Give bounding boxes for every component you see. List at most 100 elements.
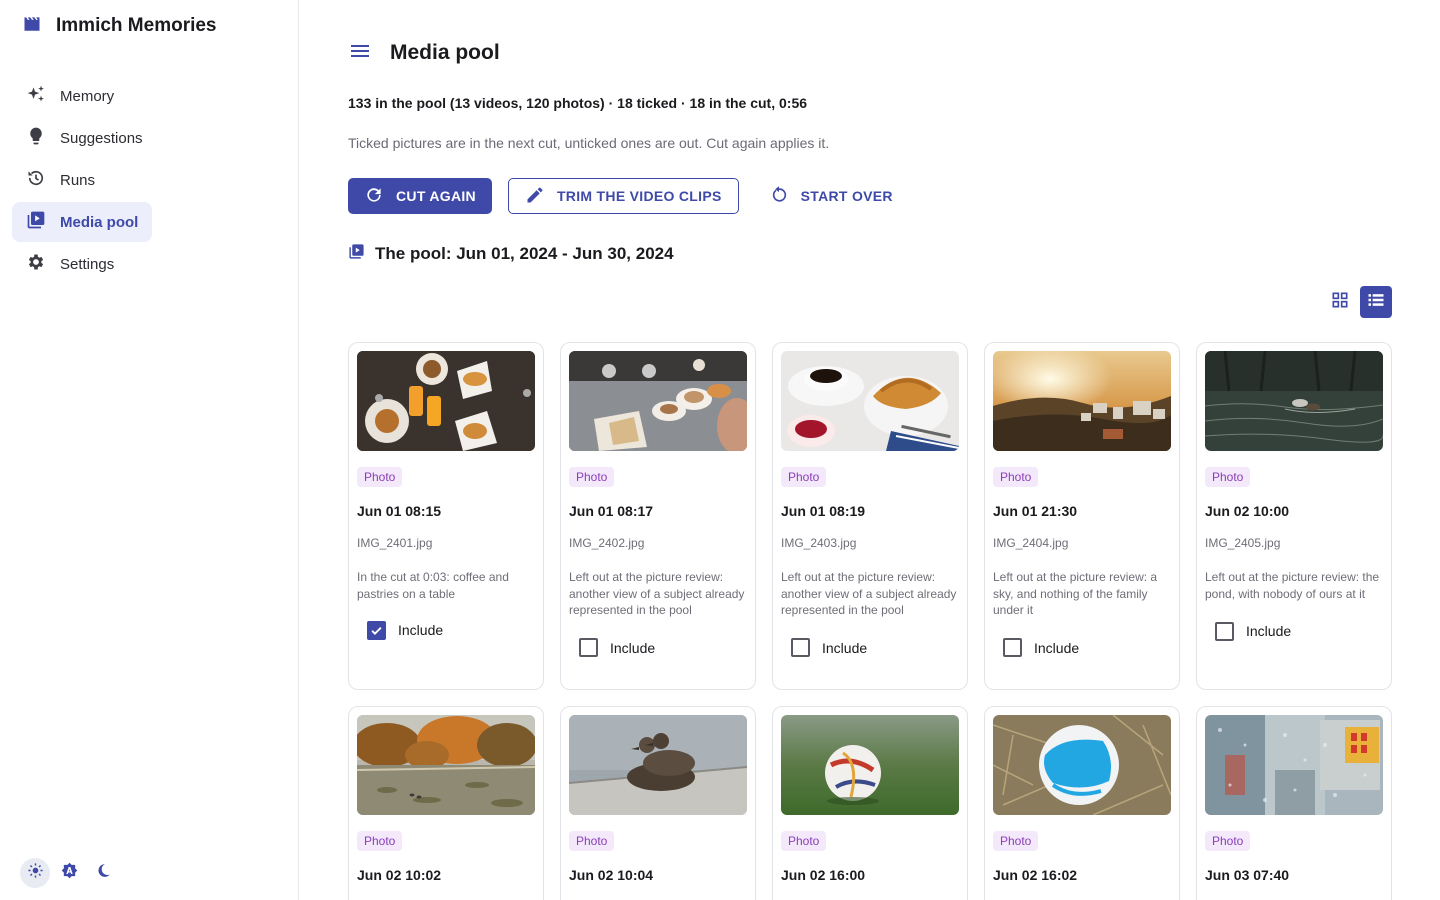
photo-thumbnail-rainy-window[interactable] — [1205, 715, 1383, 815]
media-type-badge: Photo — [357, 831, 403, 851]
checkbox-unchecked[interactable] — [791, 638, 810, 657]
include-label: Include — [610, 639, 656, 656]
media-note: In the cut at 0:03: coffee and pastries … — [357, 570, 509, 601]
media-card[interactable]: Photo Jun 01 08:17 IMG_2402.jpg Left out… — [560, 342, 756, 690]
media-card[interactable]: Photo Jun 01 21:30 IMG_2404.jpg Left out… — [984, 342, 1180, 690]
sun-icon — [27, 862, 44, 884]
media-date: Jun 01 08:19 — [781, 503, 866, 519]
media-date: Jun 02 16:02 — [993, 867, 1078, 883]
view-toggle — [1324, 286, 1392, 318]
moon-icon — [95, 862, 112, 884]
sidebar-item-label: Memory — [60, 87, 115, 105]
media-note: Left out at the picture review: a sky, a… — [993, 570, 1158, 617]
photo-thumbnail-mitre-ball[interactable] — [993, 715, 1171, 815]
include-checkbox[interactable]: Include — [993, 631, 1171, 665]
restart-icon — [769, 185, 789, 208]
media-card[interactable]: Photo Jun 02 10:04 — [560, 706, 756, 900]
media-filename: IMG_2403.jpg — [781, 536, 857, 550]
media-type-badge: Photo — [781, 831, 827, 851]
trim-clips-button[interactable]: TRIM THE VIDEO CLIPS — [507, 178, 739, 214]
media-date: Jun 01 08:15 — [357, 503, 442, 519]
photo-thumbnail-pond-ducks[interactable] — [1205, 351, 1383, 451]
pool-summary: 133 in the pool (13 videos, 120 photos) … — [348, 95, 808, 111]
media-type-badge: Photo — [993, 831, 1039, 851]
media-card[interactable]: Photo Jun 02 10:00 IMG_2405.jpg Left out… — [1196, 342, 1392, 690]
sparkles-icon — [26, 84, 46, 108]
sidebar-item-settings[interactable]: Settings — [12, 244, 128, 284]
pool-heading: The pool: Jun 01, 2024 - Jun 30, 2024 — [348, 243, 674, 265]
include-checkbox[interactable]: Include — [1205, 614, 1383, 648]
checkbox-unchecked[interactable] — [1003, 638, 1022, 657]
photo-thumbnail-soccer-ball[interactable] — [781, 715, 959, 815]
photo-thumbnail-breakfast-table[interactable] — [569, 351, 747, 451]
trim-clips-label: TRIM THE VIDEO CLIPS — [556, 188, 722, 204]
media-type-badge: Photo — [993, 467, 1039, 487]
include-label: Include — [1034, 639, 1080, 656]
photo-thumbnail-sunset-town[interactable] — [993, 351, 1171, 451]
media-card[interactable]: Photo Jun 02 16:00 — [772, 706, 968, 900]
media-card[interactable]: Photo Jun 01 08:15 IMG_2401.jpg In the c… — [348, 342, 544, 690]
media-type-badge: Photo — [1205, 831, 1251, 851]
lightbulb-icon — [26, 126, 46, 150]
photo-thumbnail-coffee-croissant[interactable] — [781, 351, 959, 451]
brightness-auto-icon — [61, 862, 78, 884]
media-type-badge: Photo — [569, 467, 615, 487]
media-note: Left out at the picture review: the pond… — [1205, 570, 1380, 601]
start-over-label: START OVER — [800, 188, 893, 204]
sidebar-item-media-pool[interactable]: Media pool — [12, 202, 153, 242]
main-content: Media pool 133 in the pool (13 videos, 1… — [300, 0, 1440, 900]
include-checkbox[interactable]: Include — [781, 631, 959, 665]
media-type-badge: Photo — [781, 467, 827, 487]
include-checkbox[interactable]: Include — [569, 631, 747, 665]
theme-switcher — [20, 858, 118, 888]
sidebar-item-label: Media pool — [60, 213, 139, 231]
media-date: Jun 02 10:04 — [569, 867, 654, 883]
media-card[interactable]: Photo Jun 03 07:40 — [1196, 706, 1392, 900]
list-view-button[interactable] — [1360, 286, 1392, 318]
brand: Immich Memories — [22, 14, 217, 38]
media-card[interactable]: Photo Jun 01 08:19 IMG_2403.jpg Left out… — [772, 342, 968, 690]
photo-thumbnail-two-ducks[interactable] — [569, 715, 747, 815]
start-over-button[interactable]: START OVER — [755, 178, 905, 214]
sidebar-item-runs[interactable]: Runs — [12, 160, 109, 200]
pencil-icon — [525, 185, 545, 208]
media-card[interactable]: Photo Jun 02 10:02 — [348, 706, 544, 900]
cut-again-button[interactable]: CUT AGAIN — [348, 178, 492, 214]
auto-mode-button[interactable] — [54, 858, 84, 888]
clapperboard-icon — [22, 14, 42, 39]
sidebar-item-memory[interactable]: Memory — [12, 76, 128, 116]
sidebar-item-label: Suggestions — [60, 129, 143, 147]
hamburger-menu-icon[interactable] — [348, 39, 372, 68]
media-date: Jun 02 10:02 — [357, 867, 442, 883]
sidebar-nav: Memory Suggestions Runs Media pool Setti… — [12, 76, 288, 286]
list-icon — [1366, 290, 1386, 315]
include-checkbox[interactable]: Include — [357, 613, 535, 647]
media-filename: IMG_2405.jpg — [1205, 536, 1281, 550]
media-filename: IMG_2401.jpg — [357, 536, 433, 550]
media-note: Left out at the picture review: another … — [781, 570, 957, 617]
history-icon — [26, 168, 46, 192]
checkbox-checked[interactable] — [367, 620, 386, 640]
media-type-badge: Photo — [1205, 467, 1251, 487]
media-date: Jun 03 07:40 — [1205, 867, 1290, 883]
media-type-badge: Photo — [357, 467, 403, 487]
media-card[interactable]: Photo Jun 02 16:02 — [984, 706, 1180, 900]
sidebar-item-suggestions[interactable]: Suggestions — [12, 118, 157, 158]
checkbox-unchecked[interactable] — [579, 638, 598, 657]
refresh-icon — [364, 185, 384, 208]
checkbox-unchecked[interactable] — [1215, 621, 1234, 641]
dark-mode-button[interactable] — [88, 858, 118, 888]
sidebar: Immich Memories Memory Suggestions Runs … — [0, 0, 299, 900]
media-filename: IMG_2402.jpg — [569, 536, 645, 550]
gear-icon — [26, 252, 46, 276]
page-header: Media pool — [348, 38, 500, 68]
light-mode-button[interactable] — [20, 858, 50, 888]
media-date: Jun 02 10:00 — [1205, 503, 1290, 519]
media-note: Left out at the picture review: another … — [569, 570, 745, 617]
media-type-badge: Photo — [569, 831, 615, 851]
grid-view-button[interactable] — [1324, 286, 1356, 318]
photo-thumbnail-coffee-pastries[interactable] — [357, 351, 535, 451]
photo-thumbnail-autumn-pond[interactable] — [357, 715, 535, 815]
cut-again-label: CUT AGAIN — [396, 188, 476, 204]
media-date: Jun 01 21:30 — [993, 503, 1078, 519]
